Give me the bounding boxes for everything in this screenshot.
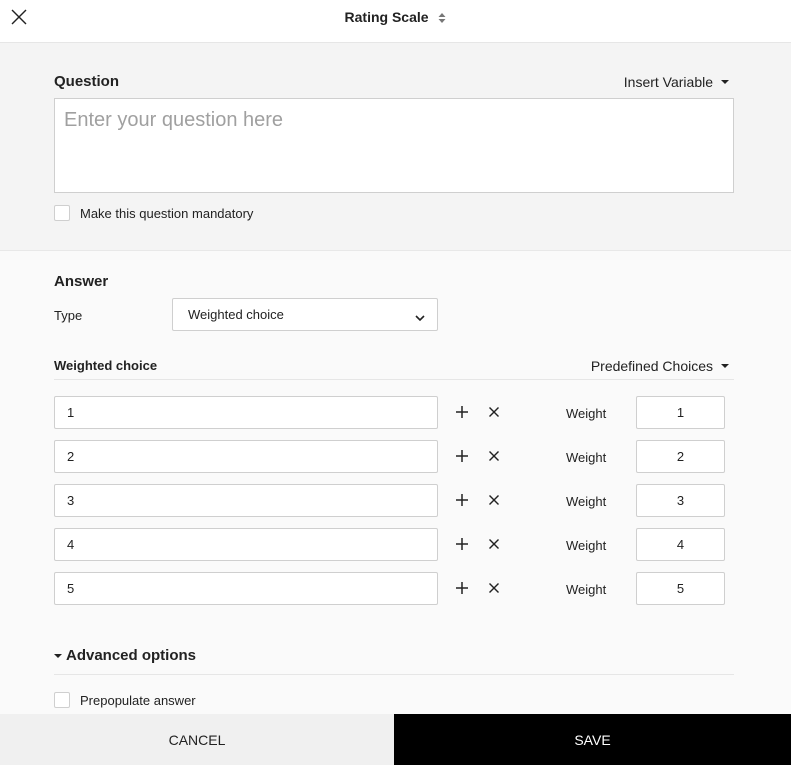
chevron-down-icon [415,310,425,322]
type-label: Type [54,308,83,323]
prepopulate-row: Prepopulate answer [54,692,196,708]
predefined-choices-dropdown[interactable]: Predefined Choices [591,358,729,374]
advanced-options-toggle[interactable]: Advanced options [54,647,196,664]
advanced-options-label: Advanced options [66,647,197,664]
predefined-choices-label: Predefined Choices [590,358,713,374]
choice-row: Weight [0,396,791,429]
cancel-button[interactable]: CANCEL [0,714,394,765]
save-button[interactable]: SAVE [394,714,791,765]
remove-choice-icon[interactable] [486,580,502,596]
choice-text-input[interactable] [54,484,438,517]
insert-variable-label: Insert Variable [623,74,713,90]
sort-updown-icon [438,11,446,24]
weight-input[interactable] [636,484,725,517]
remove-choice-icon[interactable] [486,404,502,420]
mandatory-label: Make this question mandatory [80,205,254,221]
add-choice-icon[interactable] [454,580,470,596]
choice-text-input[interactable] [54,440,438,473]
weight-input[interactable] [636,572,725,605]
remove-choice-icon[interactable] [486,448,502,464]
choice-text-input[interactable] [54,528,438,561]
remove-choice-icon[interactable] [486,492,502,508]
caret-down-icon [721,364,729,369]
choice-row: Weight [0,484,791,517]
question-type-switcher[interactable]: Rating Scale [0,9,791,25]
dialog-footer: CANCEL SAVE [0,714,791,765]
answer-type-select[interactable]: Weighted choice [172,298,438,331]
mandatory-checkbox[interactable] [54,205,70,221]
weight-label: Weight [566,582,607,597]
weighted-choice-label: Weighted choice [54,358,158,373]
choice-row: Weight [0,528,791,561]
weight-label: Weight [566,494,607,509]
choice-row: Weight [0,572,791,605]
prepopulate-label: Prepopulate answer [80,692,196,708]
answer-section: Answer Type Weighted choice Weighted cho… [0,252,791,714]
answer-type-value: Weighted choice [188,307,284,322]
weight-label: Weight [566,406,607,421]
add-choice-icon[interactable] [454,448,470,464]
divider [54,674,734,675]
question-section: Question Insert Variable Make this quest… [0,43,791,251]
caret-down-icon [721,80,729,85]
question-input[interactable] [54,98,734,193]
prepopulate-checkbox[interactable] [54,692,70,708]
dialog-header: Rating Scale [0,0,791,43]
add-choice-icon[interactable] [454,536,470,552]
weight-input[interactable] [636,528,725,561]
weight-label: Weight [566,538,607,553]
question-label: Question [54,73,120,90]
mandatory-row: Make this question mandatory [54,205,253,221]
remove-choice-icon[interactable] [486,536,502,552]
choice-text-input[interactable] [54,396,438,429]
divider [54,379,734,380]
weight-label: Weight [566,450,607,465]
weight-input[interactable] [636,396,725,429]
choice-row: Weight [0,440,791,473]
dialog-title: Rating Scale [344,9,429,25]
insert-variable-dropdown[interactable]: Insert Variable [624,74,729,90]
triangle-down-icon [54,653,62,658]
add-choice-icon[interactable] [454,492,470,508]
choice-text-input[interactable] [54,572,438,605]
add-choice-icon[interactable] [454,404,470,420]
weight-input[interactable] [636,440,725,473]
answer-label: Answer [54,273,109,290]
